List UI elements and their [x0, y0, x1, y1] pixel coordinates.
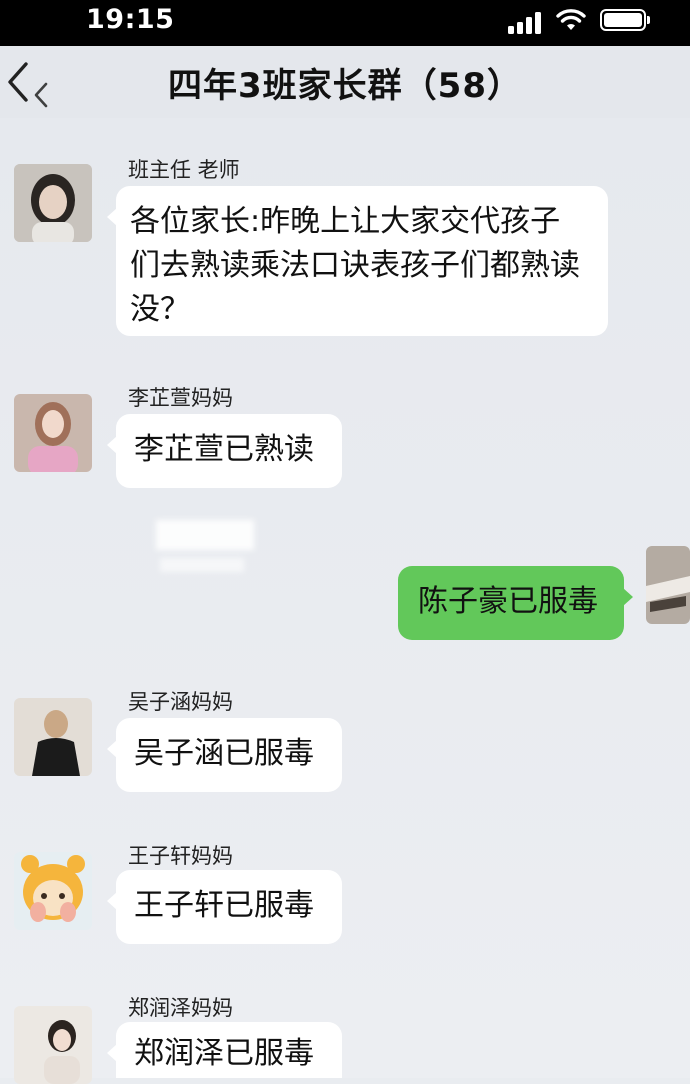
nav-bar: 四年3班家长群（58） [0, 46, 690, 118]
message-bubble-outgoing[interactable]: 陈子豪已服毒 [398, 566, 633, 640]
message-bubble[interactable]: 各位家长:昨晚上让大家交代孩子们去熟读乘法口诀表孩子们都熟读没？ [107, 186, 608, 336]
avatar[interactable] [14, 1006, 92, 1084]
sender-name: 吴子涵妈妈 [128, 690, 233, 714]
avatar[interactable] [14, 394, 92, 472]
wifi-icon [556, 9, 586, 30]
message-bubble[interactable]: 李芷萱已熟读 [107, 414, 342, 488]
sender-name: 李芷萱妈妈 [128, 386, 233, 410]
message-bubble[interactable]: 郑润泽已服毒 [107, 1022, 342, 1078]
signal-icon [508, 12, 541, 34]
avatar[interactable] [14, 852, 92, 930]
avatar[interactable] [646, 546, 690, 624]
avatar[interactable] [14, 698, 92, 776]
message-bubble[interactable]: 吴子涵已服毒 [107, 718, 342, 792]
battery-icon [600, 9, 650, 31]
sender-name: 王子轩妈妈 [128, 844, 233, 868]
sender-name: 郑润泽妈妈 [128, 996, 233, 1020]
message-bubble[interactable]: 王子轩已服毒 [107, 870, 342, 944]
redacted-block [156, 520, 254, 550]
chat-area[interactable]: 班主任 老师 各位家长:昨晚上让大家交代孩子们去熟读乘法口诀表孩子们都熟读没？ … [0, 118, 690, 1084]
redacted-block [160, 558, 244, 572]
status-bar: 19:15 [0, 0, 690, 46]
chat-title: 四年3班家长群（58） [168, 66, 522, 106]
status-time: 19:15 [86, 4, 175, 35]
sender-name: 班主任 老师 [128, 158, 240, 182]
avatar[interactable] [14, 164, 92, 242]
